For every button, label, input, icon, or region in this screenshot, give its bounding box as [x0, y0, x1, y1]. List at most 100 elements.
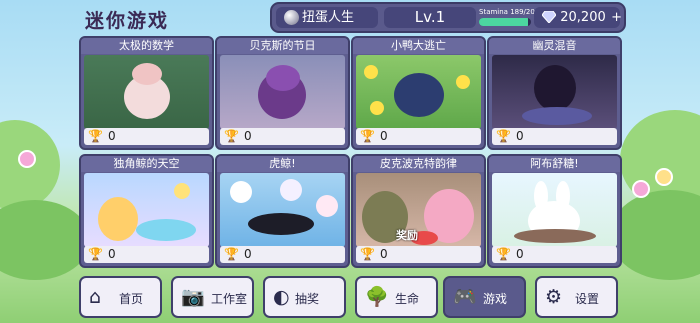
artwork-shape	[514, 229, 596, 243]
trophy-icon: 🏆	[88, 129, 103, 143]
score-row: 🏆 0	[356, 128, 481, 145]
home-icon: ⌂	[89, 286, 102, 308]
minigame-card[interactable]: 幽灵混音 🏆 0	[487, 36, 622, 150]
nav-button[interactable]: ⌂ 首页	[79, 276, 162, 318]
minigame-title: 阿布舒糖!	[489, 156, 620, 172]
minigame-artwork	[84, 173, 209, 247]
high-score: 0	[516, 129, 524, 143]
artwork-shape	[98, 197, 138, 241]
bottom-nav: ⌂ 首页 📷 工作室 ◐ 抽奖 🌳 生命 🎮 游戏 ⚙ 设置	[79, 275, 621, 321]
nav-button[interactable]: ⚙ 设置	[535, 276, 618, 318]
score-row: 🏆 0	[220, 128, 345, 145]
artwork-shape	[364, 65, 378, 79]
artwork-shape	[370, 101, 384, 115]
trophy-icon: 🏆	[224, 247, 239, 261]
artwork-shape	[316, 195, 338, 217]
nav-label: 游戏	[483, 292, 508, 306]
artwork-shape	[534, 65, 576, 111]
flower-icon	[655, 168, 673, 186]
score-row: 🏆 0	[356, 246, 481, 263]
high-score: 0	[516, 247, 524, 261]
nav-label: 生命	[395, 292, 420, 306]
minigame-artwork	[492, 55, 617, 129]
minigame-card[interactable]: 独角鲸的天空 🏆 0	[79, 154, 214, 268]
minigame-card[interactable]: 皮克波克特韵律 奖励 🏆 0	[351, 154, 486, 268]
trophy-icon: 🏆	[224, 129, 239, 143]
high-score: 0	[108, 247, 116, 261]
minigame-artwork: 奖励	[356, 173, 481, 247]
stamina-bar	[479, 18, 531, 26]
gacha-icon: ◐	[273, 286, 290, 308]
minigame-artwork	[220, 173, 345, 247]
minigame-artwork	[220, 55, 345, 129]
minigame-card[interactable]: 小鸭大逃亡 🏆 0	[351, 36, 486, 150]
minigame-title: 小鸭大逃亡	[353, 38, 484, 54]
minigame-title: 贝克斯的节日	[217, 38, 348, 54]
nav-label: 工作室	[211, 292, 248, 306]
status-bar: 扭蛋人生 Lv.1 Stamina 189/200 20,200 +	[270, 2, 626, 33]
high-score: 0	[108, 129, 116, 143]
nav-button[interactable]: 🌳 生命	[355, 276, 438, 318]
artwork-shape	[230, 181, 252, 203]
trophy-icon: 🏆	[360, 247, 375, 261]
minigame-artwork	[356, 55, 481, 129]
player-name-badge[interactable]: 扭蛋人生	[276, 7, 378, 28]
trophy-icon: 🏆	[88, 247, 103, 261]
minigame-artwork	[492, 173, 617, 247]
high-score: 0	[244, 129, 252, 143]
player-name: 扭蛋人生	[302, 10, 355, 25]
artwork-label: 奖励	[396, 229, 418, 242]
gem-counter[interactable]: 20,200 +	[534, 7, 622, 28]
trophy-icon: 🏆	[496, 129, 511, 143]
globe-icon	[284, 10, 299, 25]
score-row: 🏆 0	[220, 246, 345, 263]
flower-icon	[632, 180, 650, 198]
stamina-meter: Stamina 189/200	[479, 8, 540, 26]
minigame-card[interactable]: 贝克斯的节日 🏆 0	[215, 36, 350, 150]
minigame-title: 虎鲸!	[217, 156, 348, 172]
artwork-shape	[456, 75, 470, 89]
artwork-shape	[248, 213, 314, 235]
add-gems-button[interactable]: +	[611, 7, 622, 28]
stamina-bar-fill	[479, 18, 529, 26]
minigame-title: 幽灵混音	[489, 38, 620, 54]
artwork-shape	[522, 107, 592, 125]
flower-icon	[18, 150, 36, 168]
tree-icon: 🌳	[365, 286, 389, 308]
score-row: 🏆 0	[492, 246, 617, 263]
artwork-shape	[394, 73, 444, 117]
artwork-shape	[136, 219, 196, 241]
score-row: 🏆 0	[84, 128, 209, 145]
gear-icon: ⚙	[545, 286, 563, 308]
artwork-shape	[266, 65, 300, 91]
high-score: 0	[380, 129, 388, 143]
artwork-shape	[132, 63, 162, 85]
nav-label: 首页	[119, 292, 144, 306]
level-badge: Lv.1	[384, 7, 476, 28]
trophy-icon: 🏆	[496, 247, 511, 261]
minigame-title: 皮克波克特韵律	[353, 156, 484, 172]
nav-label: 抽奖	[295, 292, 320, 306]
minigame-card[interactable]: 阿布舒糖! 🏆 0	[487, 154, 622, 268]
minigame-title: 太极的数学	[81, 38, 212, 54]
stamina-text: Stamina 189/200	[479, 8, 540, 16]
score-row: 🏆 0	[492, 128, 617, 145]
diamond-icon	[542, 11, 556, 23]
gem-count: 20,200	[560, 10, 606, 25]
minigame-card[interactable]: 虎鲸! 🏆 0	[215, 154, 350, 268]
nav-button[interactable]: 📷 工作室	[171, 276, 254, 318]
score-row: 🏆 0	[84, 246, 209, 263]
artwork-shape	[174, 183, 190, 199]
gamepad-icon: 🎮	[453, 286, 477, 308]
artwork-shape	[280, 179, 302, 201]
minigame-artwork	[84, 55, 209, 129]
minigame-card[interactable]: 太极的数学 🏆 0	[79, 36, 214, 150]
page-title: 迷你游戏	[85, 10, 170, 32]
camera-icon: 📷	[181, 286, 205, 308]
minigame-title: 独角鲸的天空	[81, 156, 212, 172]
trophy-icon: 🏆	[360, 129, 375, 143]
nav-button[interactable]: 🎮 游戏	[443, 276, 526, 318]
high-score: 0	[380, 247, 388, 261]
nav-button[interactable]: ◐ 抽奖	[263, 276, 346, 318]
high-score: 0	[244, 247, 252, 261]
